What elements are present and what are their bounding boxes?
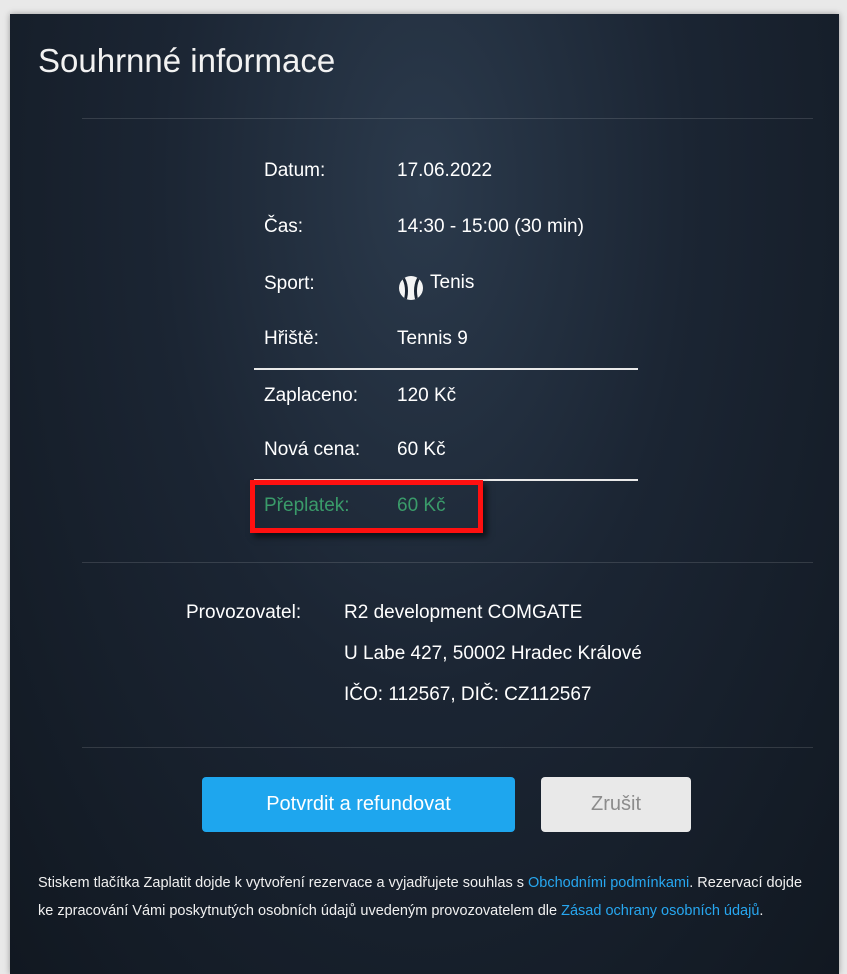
operator-label: Provozovatel: — [186, 602, 302, 623]
page-title: Souhrnné informace — [38, 42, 336, 79]
operator-address: U Labe 427, 50002 Hradec Králové — [344, 643, 642, 664]
payment-value: 120 Kč — [397, 385, 457, 406]
overpay-highlight-box — [250, 480, 483, 533]
operator-name: R2 development COMGATE — [344, 602, 583, 623]
privacy-policy-link[interactable]: Zásad ochrany osobních údajů — [561, 903, 759, 919]
detail-label: Hřiště: — [264, 328, 319, 349]
operator-ids: IČO: 112567, DIČ: CZ112567 — [344, 684, 592, 705]
note-text: . — [759, 903, 764, 919]
summary-panel: Souhrnné informace Datum: 17.06.2022 Čas… — [10, 14, 839, 974]
detail-label: Čas: — [264, 216, 304, 237]
payment-label: Zaplaceno: — [264, 385, 359, 406]
detail-value: 14:30 - 15:00 (30 min) — [397, 216, 584, 237]
note-text: Stiskem tlačítka Zaplatit dojde k vytvoř… — [38, 875, 528, 891]
payment-label: Nová cena: — [264, 439, 361, 460]
tennis-ball-icon — [399, 276, 423, 300]
confirm-refund-button[interactable]: Potvrdit a refundovat — [202, 777, 515, 832]
detail-value: Tennis 9 — [397, 328, 468, 349]
terms-link[interactable]: Obchodními podmínkami — [528, 875, 689, 891]
detail-label: Sport: — [264, 273, 315, 294]
divider — [82, 562, 813, 563]
divider — [254, 368, 638, 370]
cancel-button[interactable]: Zrušit — [541, 777, 691, 832]
divider — [82, 118, 813, 119]
detail-value: 17.06.2022 — [397, 160, 493, 181]
payment-value: 60 Kč — [397, 439, 446, 460]
terms-note: Stiskem tlačítka Zaplatit dojde k vytvoř… — [38, 869, 818, 925]
divider — [82, 747, 813, 748]
detail-label: Datum: — [264, 160, 326, 181]
detail-value: Tenis — [430, 272, 475, 293]
